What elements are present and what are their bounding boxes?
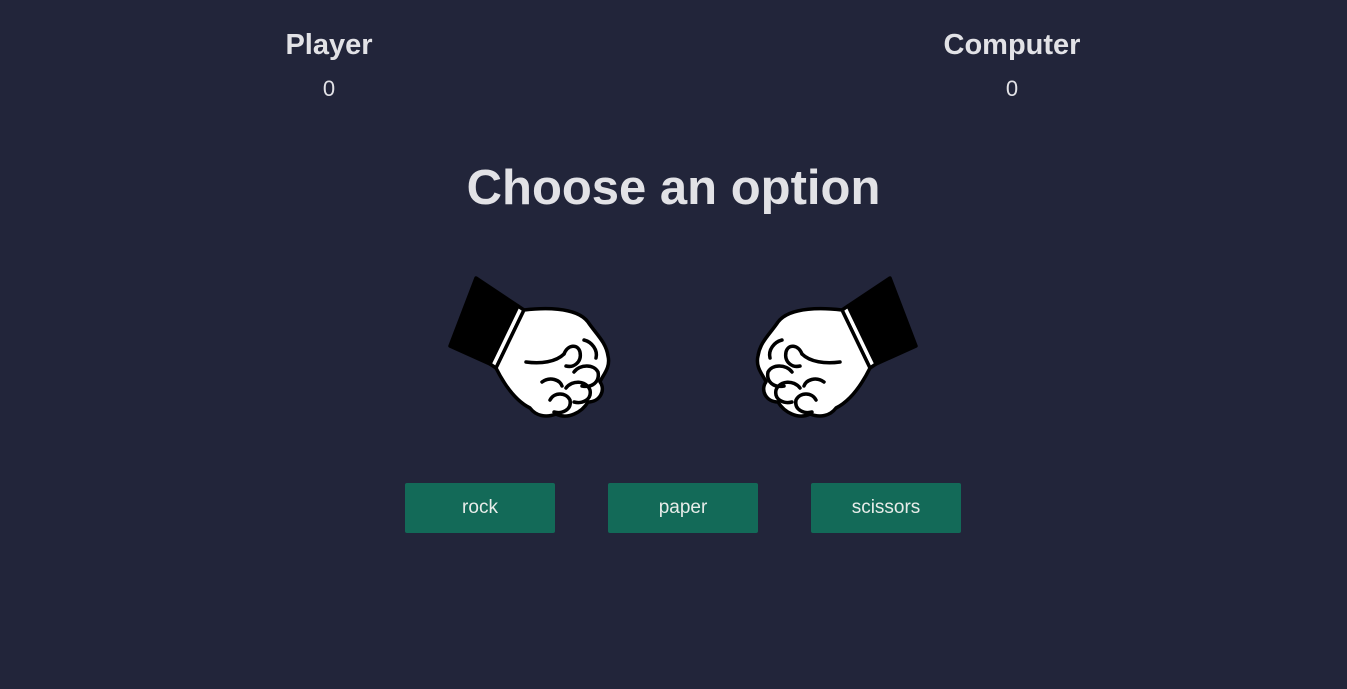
computer-label: Computer <box>943 29 1081 61</box>
player-hand-icon <box>446 272 616 428</box>
rock-fist-icon <box>448 276 611 418</box>
player-score: 0 <box>322 76 336 101</box>
paper-button[interactable]: paper <box>608 483 758 533</box>
computer-hand-icon <box>750 272 920 428</box>
page-title: Choose an option <box>466 161 881 215</box>
scissors-button[interactable]: scissors <box>811 483 961 533</box>
computer-score-panel: Computer 0 <box>912 28 1112 102</box>
player-score-panel: Player 0 <box>229 28 429 102</box>
rock-fist-icon <box>755 276 918 418</box>
rock-button[interactable]: rock <box>405 483 555 533</box>
computer-score: 0 <box>1005 76 1019 101</box>
game-container: Player 0 Computer 0 Choose an option roc… <box>0 0 1347 689</box>
player-label: Player <box>285 29 373 61</box>
